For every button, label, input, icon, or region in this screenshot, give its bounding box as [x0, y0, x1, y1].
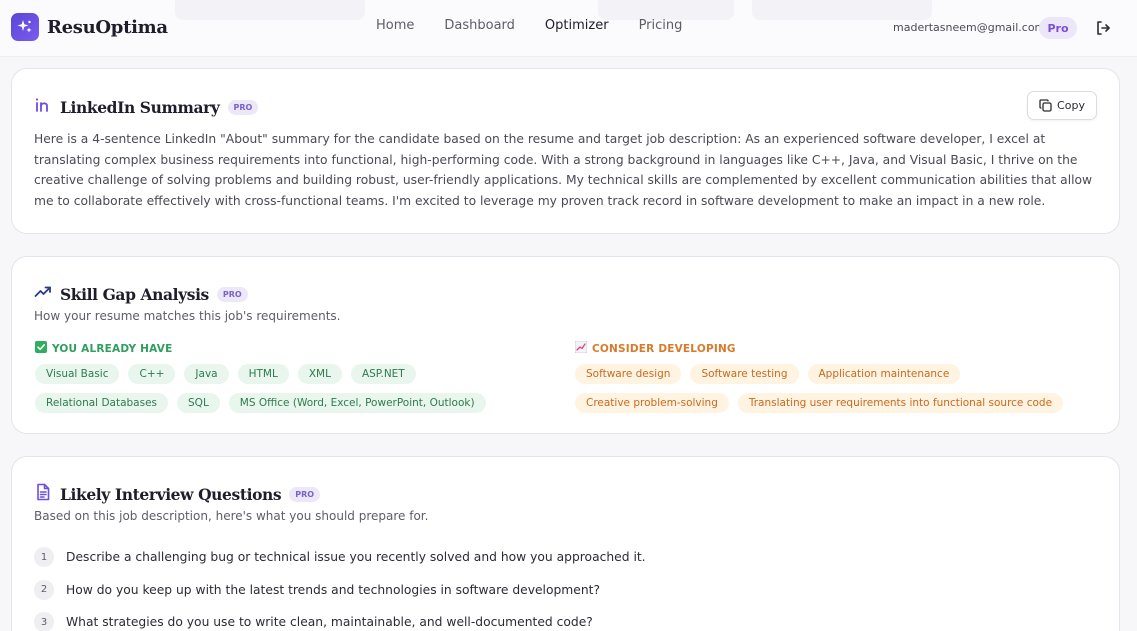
- have-chip-list: Visual Basic C++ Java HTML XML ASP.NET Relatio…: [35, 364, 555, 422]
- document-icon: [34, 483, 52, 505]
- skill-chip: ASP.NET: [350, 364, 416, 384]
- question-item: 2 How do you keep up with the latest tre…: [34, 574, 646, 607]
- pro-badge: PRO: [227, 99, 259, 115]
- skill-chip: Java: [184, 364, 229, 384]
- user-email: madertasneem@gmail.com: [893, 21, 1046, 34]
- brand-name: ResuOptima: [47, 16, 168, 38]
- interview-questions-card: Likely Interview Questions PRO Based on …: [11, 456, 1120, 631]
- skill-chip: C++: [128, 364, 176, 384]
- plan-badge: Pro: [1039, 17, 1077, 39]
- check-box-icon: [35, 341, 47, 356]
- skills-have-column: YOU ALREADY HAVE Visual Basic C++ Java HTML…: [35, 341, 555, 422]
- skill-chip: Application maintenance: [807, 364, 961, 384]
- skills-develop-column: CONSIDER DEVELOPING Software design Softw…: [574, 340, 1095, 422]
- skill-gap-card: Skill Gap Analysis PRO How your resume m…: [11, 256, 1120, 434]
- faded-background-pill: [175, 0, 365, 20]
- question-list: 1 Describe a challenging bug or technica…: [34, 541, 646, 631]
- question-item: 1 Describe a challenging bug or technica…: [34, 541, 646, 574]
- card-title: Likely Interview Questions: [60, 484, 282, 504]
- have-heading-label: YOU ALREADY HAVE: [52, 342, 173, 355]
- develop-chip-list: Software design Software testing Applicati…: [575, 364, 1095, 422]
- nav-optimizer[interactable]: Optimizer: [545, 18, 609, 33]
- skill-chip: HTML: [237, 364, 289, 384]
- pro-badge: PRO: [216, 286, 248, 302]
- nav-dashboard[interactable]: Dashboard: [444, 18, 515, 33]
- copy-icon: [1039, 99, 1052, 112]
- copy-label: Copy: [1057, 99, 1085, 112]
- linkedin-icon: [34, 96, 52, 118]
- have-heading: YOU ALREADY HAVE: [35, 341, 555, 356]
- card-title: Skill Gap Analysis: [60, 284, 209, 304]
- pro-badge: PRO: [289, 486, 321, 502]
- card-header: LinkedIn Summary PRO: [34, 96, 259, 118]
- skill-chip: Software design: [575, 364, 682, 384]
- question-number: 2: [34, 579, 54, 600]
- question-text: Describe a challenging bug or technical …: [66, 550, 646, 565]
- main-nav: Home Dashboard Optimizer Pricing: [376, 18, 712, 33]
- skill-chip: Relational Databases: [35, 393, 169, 413]
- card-subtitle: How your resume matches this job's requi…: [34, 309, 341, 323]
- top-navbar: ResuOptima Home Dashboard Optimizer Pric…: [0, 0, 1137, 57]
- sparkle-logo-icon: [11, 13, 39, 41]
- question-text: What strategies do you use to write clea…: [66, 615, 593, 630]
- question-text: How do you keep up with the latest trend…: [66, 582, 600, 597]
- skill-chip: MS Office (Word, Excel, PowerPoint, Outl…: [228, 393, 486, 413]
- nav-pricing[interactable]: Pricing: [639, 18, 683, 33]
- skill-chip: XML: [297, 364, 342, 384]
- develop-heading: CONSIDER DEVELOPING: [574, 340, 1095, 356]
- faded-background-pill: [752, 0, 932, 20]
- skill-chip: SQL: [177, 393, 220, 413]
- brand[interactable]: ResuOptima: [11, 13, 168, 41]
- develop-heading-label: CONSIDER DEVELOPING: [592, 342, 736, 355]
- linkedin-summary-card: LinkedIn Summary PRO Copy Here is a 4-se…: [11, 68, 1120, 234]
- skill-chip: Translating user requirements into funct…: [737, 393, 1064, 413]
- card-title: LinkedIn Summary: [60, 97, 220, 117]
- question-number: 3: [34, 612, 54, 631]
- skill-chip: Visual Basic: [35, 364, 120, 384]
- skill-chip: Creative problem-solving: [575, 393, 729, 413]
- nav-home[interactable]: Home: [376, 18, 414, 33]
- faded-background-pill: [598, 0, 734, 20]
- question-item: 3 What strategies do you use to write cl…: [34, 606, 646, 631]
- summary-text: Here is a 4-sentence LinkedIn "About" su…: [34, 132, 1093, 208]
- card-header: Likely Interview Questions PRO: [34, 483, 321, 505]
- chart-increasing-icon: [574, 340, 588, 356]
- copy-button[interactable]: Copy: [1027, 91, 1097, 120]
- card-header: Skill Gap Analysis PRO: [34, 283, 248, 305]
- card-subtitle: Based on this job description, here's wh…: [34, 509, 429, 523]
- logout-icon[interactable]: [1094, 19, 1112, 37]
- question-number: 1: [34, 547, 54, 568]
- trending-up-icon: [34, 283, 52, 305]
- skill-chip: Software testing: [690, 364, 799, 384]
